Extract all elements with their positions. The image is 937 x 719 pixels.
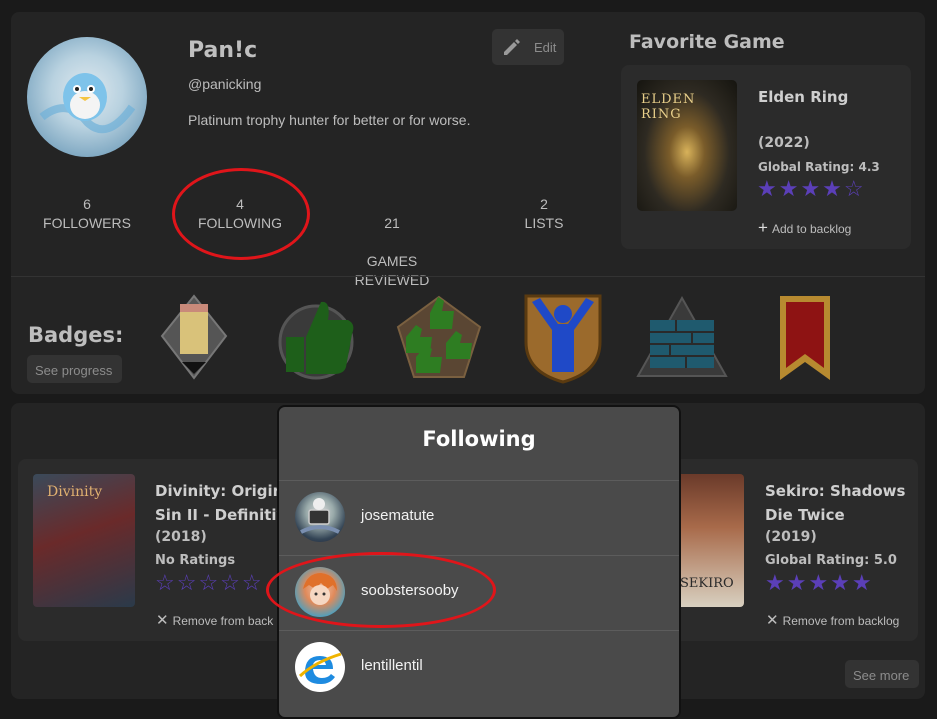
see-more-label: See more [853, 668, 910, 683]
stat-games-label: GAMES REVIEWED [354, 253, 430, 288]
username[interactable]: josematute [361, 507, 434, 524]
favorite-game-title[interactable]: Elden Ring [758, 88, 848, 106]
backlog-left-remove-button[interactable]: ✕ Remove from back [156, 611, 273, 629]
stat-followers-label: FOLLOWERS [43, 215, 131, 231]
close-icon: ✕ [156, 612, 169, 629]
see-progress-button[interactable]: See progress [27, 355, 122, 383]
profile-name: Pan!c [188, 38, 258, 63]
backlog-left-cover-text: Divinity [47, 484, 103, 500]
divider [11, 276, 925, 277]
badge-multi-thumbs-icon [394, 293, 484, 388]
stat-games-count: 21 [384, 215, 400, 231]
user-avatar [295, 492, 345, 542]
stat-lists-count: 2 [540, 196, 548, 212]
badges-heading: Badges: [28, 323, 124, 347]
browser-logo-avatar [295, 642, 345, 692]
pencil-icon [502, 37, 522, 60]
backlog-right-remove-button[interactable]: ✕ Remove from backlog [766, 611, 899, 629]
backlog-left-remove-label: Remove from back [172, 614, 274, 628]
following-user-row[interactable]: lentillentil [279, 630, 679, 705]
stat-lists-label: LISTS [524, 215, 564, 231]
close-icon: ✕ [766, 612, 779, 629]
stat-followers[interactable]: 6 FOLLOWERS [37, 195, 137, 233]
username[interactable]: lentillentil [361, 657, 423, 674]
backlog-right-stars: ★★★★★ [765, 570, 874, 596]
see-progress-label: See progress [35, 363, 113, 378]
favorite-game-rating: Global Rating: 4.3 [758, 160, 880, 174]
badge-person-icon [522, 292, 604, 389]
badge-pencil-icon [160, 294, 228, 387]
profile-bio: Platinum trophy hunter for better or for… [188, 112, 471, 128]
edit-label: Edit [534, 40, 557, 55]
edit-profile-button[interactable]: Edit [492, 29, 564, 65]
favorite-game-year: (2022) [758, 135, 810, 151]
backlog-right-year: (2019) [765, 529, 817, 545]
annotation-oval-user [266, 552, 496, 628]
star-filled-icon: ★★★★★ [765, 570, 874, 595]
badge-thumb-icon [276, 292, 358, 387]
profile-avatar [27, 37, 147, 157]
backlog-left-rating: No Ratings [155, 553, 236, 568]
badge-bricks-icon [636, 295, 728, 383]
profile-handle: @panicking [188, 76, 262, 92]
backlog-left-cover[interactable]: Divinity [33, 474, 135, 607]
star-empty-icon: ☆ [843, 176, 866, 201]
backlog-right-title-line2[interactable]: Die Twice [765, 506, 845, 524]
stat-lists[interactable]: 2 LISTS [494, 195, 594, 233]
modal-title: Following [422, 427, 536, 451]
stat-followers-count: 6 [83, 196, 91, 212]
backlog-right-title-line1[interactable]: Sekiro: Shadows [765, 482, 905, 500]
backlog-left-title-line2[interactable]: Sin II - Definitiv [155, 506, 286, 524]
annotation-oval-following [172, 168, 310, 260]
following-user-row[interactable]: josematute [279, 480, 679, 555]
backlog-left-year: (2018) [155, 529, 207, 545]
backlog-right-rating: Global Rating: 5.0 [765, 553, 897, 568]
favorite-game-heading: Favorite Game [629, 31, 785, 53]
add-to-backlog-button[interactable]: + Add to backlog [758, 218, 851, 238]
backlog-left-stars: ☆☆☆☆☆ [155, 570, 264, 596]
favorite-game-stars: ★★★★☆ [757, 176, 866, 202]
star-empty-icon: ☆☆☆☆☆ [155, 570, 264, 595]
badge-banner-icon [778, 294, 832, 387]
backlog-right-cover[interactable]: SEKIRO [676, 474, 744, 607]
add-to-backlog-label: Add to backlog [771, 222, 852, 236]
plus-icon: + [758, 218, 768, 237]
backlog-right-remove-label: Remove from backlog [782, 614, 900, 628]
see-more-button[interactable]: See more [845, 660, 919, 688]
backlog-left-title-line1[interactable]: Divinity: Origina [155, 482, 293, 500]
favorite-game-cover[interactable]: ELDEN RING [637, 80, 737, 211]
backlog-right-cover-text: SEKIRO [680, 576, 734, 591]
favorite-cover-text: ELDEN RING [641, 92, 696, 122]
star-filled-icon: ★★★★ [757, 176, 844, 201]
